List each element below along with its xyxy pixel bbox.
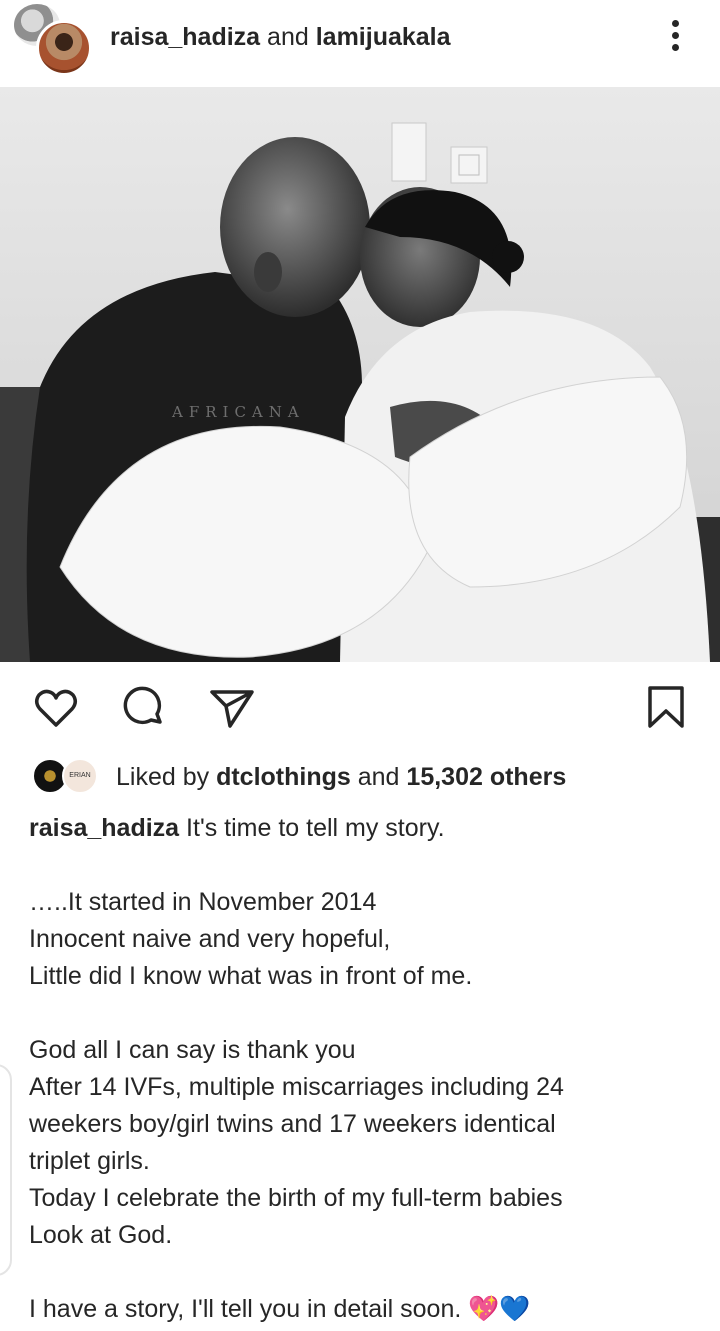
caption-gap: [29, 995, 699, 1032]
send-icon[interactable]: [208, 684, 256, 732]
side-edge-handle[interactable]: [0, 1064, 12, 1276]
caption-line: God all I can say is thank you: [29, 1036, 356, 1064]
caption-line: Little did I know what was in front of m…: [29, 962, 473, 990]
caption-first-line: raisa_hadiza It's time to tell my story.: [29, 810, 699, 847]
post-header: raisa_hadiza and lamijuakala: [0, 0, 720, 86]
post-photo[interactable]: AFRICANA: [0, 87, 720, 662]
accounts-joiner: and: [267, 23, 309, 51]
first-liker-link[interactable]: dtclothings: [216, 763, 351, 791]
more-vertical-icon[interactable]: [664, 16, 688, 56]
photo-illustration: AFRICANA: [0, 87, 720, 662]
post-actions: [0, 684, 720, 734]
avatar-primary[interactable]: [36, 20, 92, 76]
caption-line: weekers boy/girl twins and 17 weekers id…: [29, 1110, 556, 1138]
account-name-1[interactable]: raisa_hadiza: [110, 23, 260, 51]
account-name-2[interactable]: lamijuakala: [316, 23, 451, 51]
caption-username[interactable]: raisa_hadiza: [29, 814, 179, 842]
caption-line: I have a story, I'll tell you in detail …: [29, 1295, 531, 1323]
caption-line: …..It started in November 2014: [29, 888, 377, 916]
caption-line: triplet girls.: [29, 1147, 150, 1175]
others-link[interactable]: 15,302 others: [406, 763, 566, 791]
liked-by-text: Liked by dtclothings and 15,302 others: [116, 762, 566, 792]
caption-line: Look at God.: [29, 1221, 173, 1249]
liked-by-prefix: Liked by: [116, 763, 210, 791]
bookmark-icon[interactable]: [642, 684, 690, 732]
comment-icon[interactable]: [120, 684, 168, 732]
caption-gap: [29, 1254, 699, 1291]
caption-gap: [29, 847, 699, 884]
liker-avatar-2: ERIAN: [62, 758, 98, 794]
caption-line: Innocent naive and very hopeful,: [29, 925, 391, 953]
caption-line: Today I celebrate the birth of my full-t…: [29, 1184, 563, 1212]
post-accounts: raisa_hadiza and lamijuakala: [110, 22, 451, 52]
likes-row[interactable]: ERIAN Liked by dtclothings and 15,302 ot…: [32, 758, 712, 798]
caption-first-text: It's time to tell my story.: [186, 814, 445, 842]
heart-icon[interactable]: [32, 684, 80, 732]
caption-line: After 14 IVFs, multiple miscarriages inc…: [29, 1073, 564, 1101]
liked-by-joiner: and: [357, 763, 400, 791]
liker-avatar-text: ERIAN: [69, 772, 91, 779]
post-caption: raisa_hadiza It's time to tell my story.…: [29, 810, 699, 1328]
svg-text:AFRICANA: AFRICANA: [171, 403, 305, 421]
